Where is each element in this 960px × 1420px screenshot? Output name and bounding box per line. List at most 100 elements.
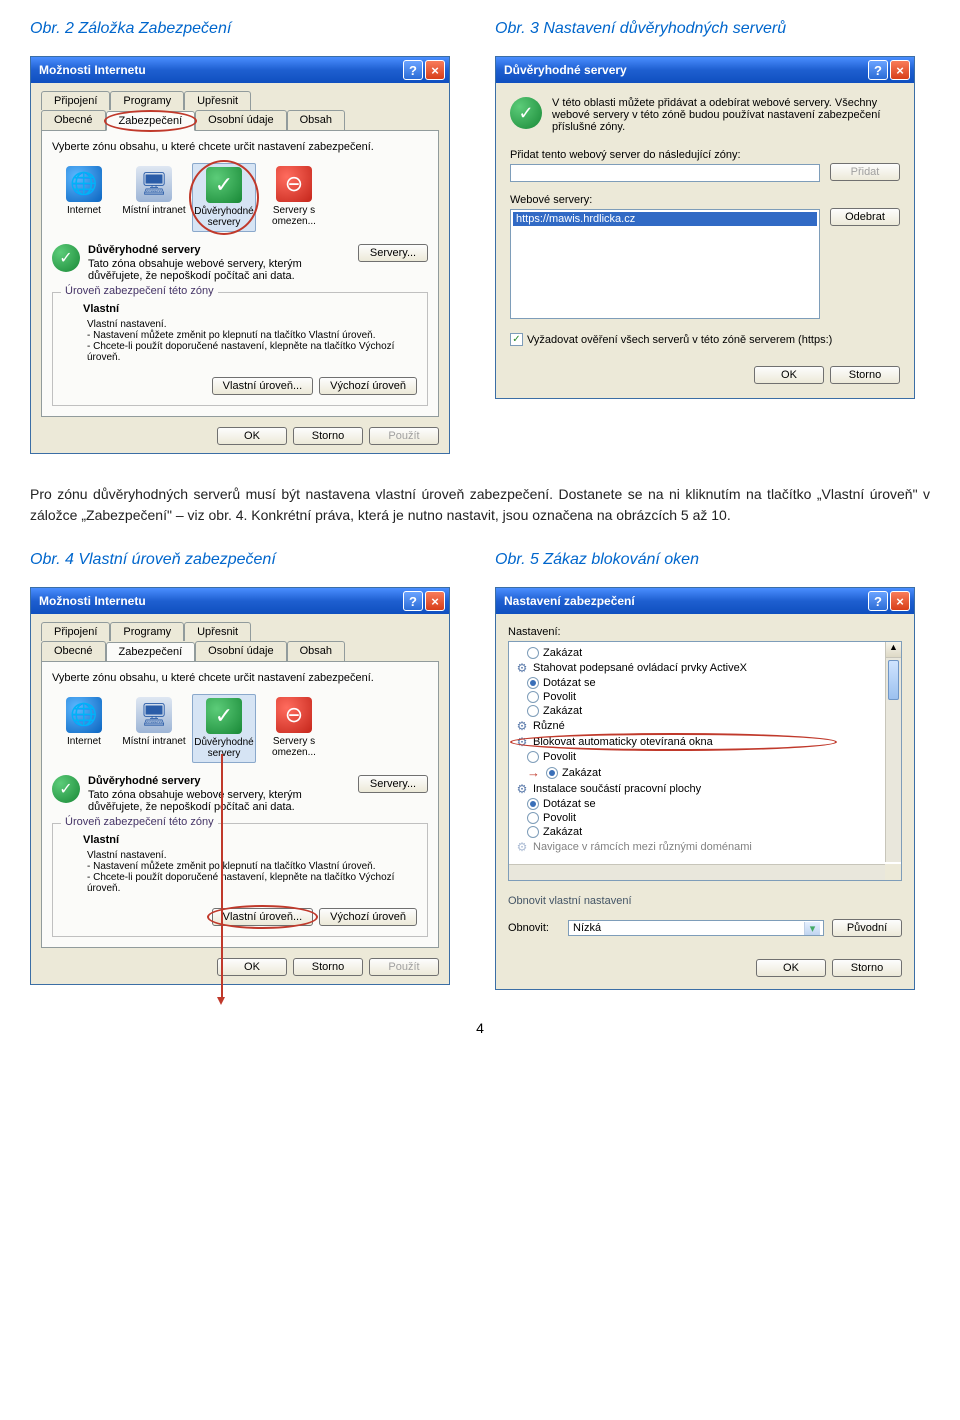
tab-content[interactable]: Obsah	[287, 641, 345, 661]
restricted-icon: ⊖	[276, 697, 312, 733]
intranet-icon: 🖥	[136, 697, 172, 733]
cancel-button[interactable]: Storno	[293, 427, 363, 445]
reset-level-select[interactable]: Nízká	[568, 920, 824, 936]
intranet-icon: 🖥	[136, 166, 172, 202]
level-line1: Vlastní nastavení.	[87, 850, 417, 861]
tab-privacy[interactable]: Osobní údaje	[195, 110, 286, 130]
tab-connections[interactable]: Připojení	[41, 91, 110, 110]
zone-restricted[interactable]: ⊖ Servery s omezen...	[262, 694, 326, 763]
cancel-button[interactable]: Storno	[830, 366, 900, 384]
close-icon[interactable]: ×	[425, 60, 445, 80]
close-icon[interactable]: ×	[890, 591, 910, 611]
tab-content[interactable]: Obsah	[287, 110, 345, 130]
help-icon[interactable]: ?	[403, 60, 423, 80]
apply-button[interactable]: Použít	[369, 427, 439, 445]
radio-option[interactable]	[527, 647, 539, 659]
close-icon[interactable]: ×	[890, 60, 910, 80]
ok-button[interactable]: OK	[754, 366, 824, 384]
globe-icon: 🌐	[66, 166, 102, 202]
help-icon[interactable]: ?	[868, 591, 888, 611]
level-line2: - Nastavení můžete změnit po klepnutí na…	[87, 861, 417, 872]
radio-option[interactable]	[546, 767, 558, 779]
tree-category: Různé	[533, 720, 565, 732]
tab-programs[interactable]: Programy	[110, 91, 184, 110]
radio-option[interactable]	[527, 826, 539, 838]
gear-icon: ⚙	[515, 782, 529, 796]
zone-info-title: Důvěryhodné servery	[88, 244, 350, 256]
radio-option[interactable]	[527, 812, 539, 824]
tab-general[interactable]: Obecné	[41, 110, 106, 130]
caption-fig3: Obr. 3 Nastavení důvěryhodných serverů	[495, 20, 930, 38]
checkmark-icon: ✓	[206, 698, 242, 734]
radio-label: Dotázat se	[543, 798, 596, 810]
reset-button[interactable]: Původní	[832, 919, 902, 937]
cancel-button[interactable]: Storno	[293, 958, 363, 976]
tab-advanced[interactable]: Upřesnit	[184, 622, 251, 641]
require-https-label: Vyžadovat ověření všech serverů v této z…	[527, 334, 832, 346]
horizontal-scrollbar[interactable]	[509, 864, 885, 880]
zone-trusted[interactable]: ✓ Důvěryhodné servery	[192, 163, 256, 232]
cancel-button[interactable]: Storno	[832, 959, 902, 977]
scroll-corner	[885, 864, 901, 880]
zone-internet[interactable]: 🌐 Internet	[52, 694, 116, 763]
zone-internet[interactable]: 🌐 Internet	[52, 163, 116, 232]
checkmark-icon: ✓	[206, 167, 242, 203]
tab-security[interactable]: Zabezpečení	[106, 111, 196, 131]
zone-label: Servery s omezen...	[262, 205, 326, 227]
remove-button[interactable]: Odebrat	[830, 208, 900, 226]
default-level-button[interactable]: Výchozí úroveň	[319, 908, 417, 926]
settings-tree[interactable]: Zakázat ⚙ Stahovat podepsané ovládací prv…	[508, 641, 902, 881]
apply-button[interactable]: Použít	[369, 958, 439, 976]
checkmark-icon: ✓	[52, 775, 80, 803]
tree-category: Stahovat podepsané ovládací prvky Active…	[533, 662, 747, 674]
radio-option[interactable]	[527, 677, 539, 689]
tab-security[interactable]: Zabezpečení	[106, 642, 196, 662]
ok-button[interactable]: OK	[217, 427, 287, 445]
custom-level-button[interactable]: Vlastní úroveň...	[212, 377, 314, 395]
servers-button[interactable]: Servery...	[358, 775, 428, 793]
zone-label: Důvěryhodné servery	[193, 206, 255, 228]
radio-option[interactable]	[527, 691, 539, 703]
ok-button[interactable]: OK	[217, 958, 287, 976]
scroll-thumb[interactable]	[888, 660, 899, 700]
zone-intranet[interactable]: 🖥 Místní intranet	[122, 163, 186, 232]
caption-fig5: Obr. 5 Zákaz blokování oken	[495, 551, 930, 569]
ok-button[interactable]: OK	[756, 959, 826, 977]
tab-connections[interactable]: Připojení	[41, 622, 110, 641]
radio-label: Dotázat se	[543, 677, 596, 689]
scroll-up-icon[interactable]: ▲	[886, 642, 901, 658]
help-icon[interactable]: ?	[403, 591, 423, 611]
radio-option[interactable]	[527, 705, 539, 717]
zone-trusted[interactable]: ✓ Důvěryhodné servery	[192, 694, 256, 763]
add-server-input[interactable]	[510, 164, 820, 182]
gear-icon: ⚙	[515, 719, 529, 733]
help-icon[interactable]: ?	[868, 60, 888, 80]
zone-restricted[interactable]: ⊖ Servery s omezen...	[262, 163, 326, 232]
custom-level-button[interactable]: Vlastní úroveň...	[212, 908, 314, 926]
level-line3: - Chcete-li použít doporučené nastavení,…	[87, 872, 417, 894]
zone-label: Internet	[52, 736, 116, 747]
zone-instruction: Vyberte zónu obsahu, u které chcete urči…	[52, 672, 428, 684]
radio-label: Zakázat	[543, 647, 582, 659]
default-level-button[interactable]: Výchozí úroveň	[319, 377, 417, 395]
servers-listbox[interactable]: https://mawis.hrdlicka.cz	[510, 209, 820, 319]
body-paragraph: Pro zónu důvěryhodných serverů musí být …	[30, 484, 930, 526]
require-https-checkbox[interactable]: ✓	[510, 333, 523, 346]
tab-general[interactable]: Obecné	[41, 641, 106, 661]
window-title: Možnosti Internetu	[35, 594, 401, 608]
tree-category: Instalace součástí pracovní plochy	[533, 783, 701, 795]
zone-intranet[interactable]: 🖥 Místní intranet	[122, 694, 186, 763]
window-title: Možnosti Internetu	[35, 63, 401, 77]
tab-programs[interactable]: Programy	[110, 622, 184, 641]
radio-option[interactable]	[527, 798, 539, 810]
radio-option[interactable]	[527, 751, 539, 763]
vertical-scrollbar[interactable]: ▲	[885, 642, 901, 862]
list-item[interactable]: https://mawis.hrdlicka.cz	[513, 212, 817, 226]
add-button[interactable]: Přidat	[830, 163, 900, 181]
servers-button[interactable]: Servery...	[358, 244, 428, 262]
tab-privacy[interactable]: Osobní údaje	[195, 641, 286, 661]
page-number: 4	[30, 1020, 930, 1036]
tab-advanced[interactable]: Upřesnit	[184, 91, 251, 110]
close-icon[interactable]: ×	[425, 591, 445, 611]
servers-list-label: Webové servery:	[510, 194, 820, 206]
